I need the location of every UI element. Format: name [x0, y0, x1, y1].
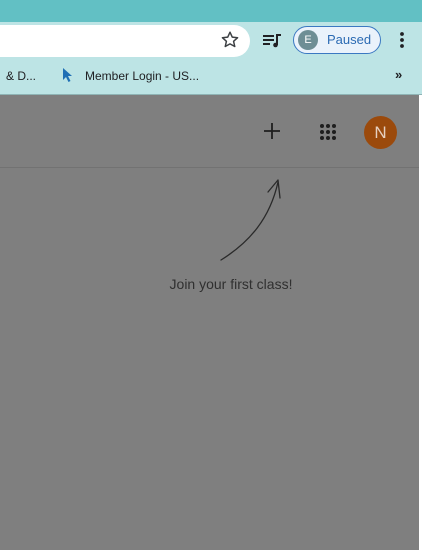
- address-bar[interactable]: [0, 25, 250, 57]
- cursor-favicon-icon: [63, 68, 72, 82]
- apps-grid-icon[interactable]: [316, 120, 340, 144]
- browser-title-strip: [0, 0, 422, 22]
- bookmark-item-member-login[interactable]: Member Login - US...: [85, 69, 199, 83]
- main-content: [0, 168, 422, 550]
- bookmark-item[interactable]: & D...: [6, 69, 36, 83]
- plus-icon[interactable]: [258, 117, 286, 145]
- account-avatar[interactable]: N: [364, 116, 397, 149]
- profile-status-label: Paused: [327, 32, 372, 47]
- bookmarks-overflow-icon[interactable]: »: [395, 67, 402, 82]
- profile-avatar: E: [298, 30, 318, 50]
- browser-menu-icon[interactable]: [397, 29, 407, 51]
- app-header: [0, 95, 422, 168]
- reading-list-icon[interactable]: [262, 29, 282, 51]
- empty-state-message: Join your first class!: [169, 276, 293, 292]
- arrow-pointer-icon: [220, 179, 281, 261]
- profile-button[interactable]: E Paused: [293, 26, 381, 54]
- bookmark-star-icon[interactable]: [219, 29, 241, 51]
